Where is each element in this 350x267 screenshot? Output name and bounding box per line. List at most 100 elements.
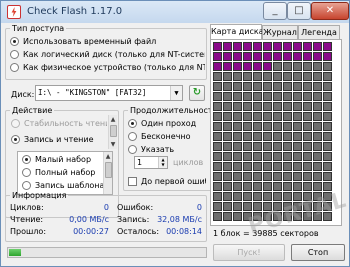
write-speed-value: 32,08 МБ/с bbox=[157, 215, 202, 224]
map-cell-pending bbox=[233, 72, 242, 81]
map-cell-pending bbox=[243, 132, 252, 141]
map-cell-written bbox=[263, 62, 272, 71]
radio-icon[interactable] bbox=[11, 135, 20, 144]
map-cell-pending bbox=[303, 152, 312, 161]
access-option-temp-file[interactable]: Использовать временный файл bbox=[10, 37, 205, 46]
radio-icon[interactable] bbox=[128, 132, 137, 141]
duration-option-infinite[interactable]: Бесконечно bbox=[128, 132, 204, 141]
map-cell-pending bbox=[283, 142, 292, 151]
scroll-thumb[interactable] bbox=[110, 125, 117, 137]
map-cell-pending bbox=[323, 182, 332, 191]
radio-icon[interactable] bbox=[10, 50, 19, 59]
action-scrollbar[interactable]: ▲ ▼ bbox=[108, 115, 117, 149]
cycles-key: Циклов: bbox=[10, 203, 44, 212]
map-cell-pending bbox=[323, 102, 332, 111]
minimize-button[interactable]: _ bbox=[263, 2, 287, 20]
cycles-spinner[interactable]: 1 ▲ ▼ bbox=[134, 156, 168, 169]
pattern-option-template[interactable]: Запись шаблона bbox=[22, 181, 104, 190]
map-cell-pending bbox=[253, 82, 262, 91]
map-cell-written bbox=[323, 42, 332, 51]
pattern-scrollbar[interactable]: ▲ bbox=[103, 152, 112, 194]
radio-icon[interactable] bbox=[22, 168, 31, 177]
access-option-physical-device[interactable]: Как физическое устройство (только для NT… bbox=[10, 63, 205, 72]
tab-disk-map[interactable]: Карта диска bbox=[210, 24, 264, 40]
duration-option-label: Бесконечно bbox=[141, 132, 191, 141]
title-bar[interactable]: Check Flash 1.17.0 _ □ ✕ bbox=[1, 1, 349, 23]
map-cell-written bbox=[253, 42, 262, 51]
stop-button[interactable]: Стоп bbox=[291, 244, 345, 261]
map-cell-pending bbox=[243, 202, 252, 211]
action-option-label: Стабильность чтени bbox=[24, 119, 107, 128]
pattern-option-full[interactable]: Полный набор bbox=[22, 168, 104, 177]
map-cell-written bbox=[223, 52, 232, 61]
map-cell-pending bbox=[283, 152, 292, 161]
map-cell-pending bbox=[253, 152, 262, 161]
action-option-read-stability[interactable]: Стабильность чтени bbox=[11, 119, 107, 128]
scroll-down-icon[interactable]: ▼ bbox=[109, 140, 117, 149]
map-cell-pending bbox=[263, 152, 272, 161]
map-cell-pending bbox=[233, 92, 242, 101]
cycles-unit-label: циклов bbox=[173, 158, 204, 167]
map-cell-pending bbox=[243, 112, 252, 121]
checkbox-icon[interactable] bbox=[128, 177, 137, 186]
map-cell-pending bbox=[243, 162, 252, 171]
refresh-button[interactable]: ↻ bbox=[189, 85, 205, 101]
map-cell-pending bbox=[233, 152, 242, 161]
map-cell-pending bbox=[213, 72, 222, 81]
map-cell-written bbox=[213, 62, 222, 71]
map-cell-written bbox=[243, 62, 252, 71]
map-cell-pending bbox=[303, 142, 312, 151]
map-cell-pending bbox=[223, 152, 232, 161]
tab-log[interactable]: Журнал bbox=[262, 25, 298, 40]
map-cell-pending bbox=[323, 92, 332, 101]
map-cell-pending bbox=[213, 82, 222, 91]
map-cell-pending bbox=[223, 202, 232, 211]
map-cell-pending bbox=[213, 122, 222, 131]
map-cell-pending bbox=[273, 142, 282, 151]
map-cell-pending bbox=[213, 132, 222, 141]
radio-icon[interactable] bbox=[10, 37, 19, 46]
scroll-up-icon[interactable]: ▲ bbox=[109, 115, 117, 124]
radio-icon[interactable] bbox=[128, 119, 137, 128]
map-cell-written bbox=[283, 42, 292, 51]
map-cell-pending bbox=[253, 202, 262, 211]
map-cell-pending bbox=[283, 122, 292, 131]
chevron-down-icon[interactable]: ▼ bbox=[170, 86, 182, 100]
radio-icon[interactable] bbox=[22, 155, 31, 164]
access-option-logical-disk[interactable]: Как логический диск (только для NT-систе… bbox=[10, 50, 205, 59]
pattern-option-small[interactable]: Малый набор bbox=[22, 155, 104, 164]
map-cell-pending bbox=[283, 172, 292, 181]
radio-icon[interactable] bbox=[22, 181, 31, 190]
scroll-up-icon[interactable]: ▲ bbox=[104, 152, 112, 161]
map-cell-pending bbox=[323, 132, 332, 141]
duration-option-one-pass[interactable]: Один проход bbox=[128, 119, 204, 128]
map-cell-pending bbox=[263, 162, 272, 171]
map-cell-pending bbox=[253, 142, 262, 151]
radio-icon[interactable] bbox=[11, 119, 20, 128]
map-cell-pending bbox=[323, 112, 332, 121]
close-button[interactable]: ✕ bbox=[311, 2, 349, 20]
radio-icon[interactable] bbox=[10, 63, 19, 72]
tab-legend[interactable]: Легенда bbox=[298, 25, 340, 40]
map-cell-pending bbox=[253, 162, 262, 171]
map-cell-pending bbox=[213, 112, 222, 121]
map-cell-pending bbox=[253, 182, 262, 191]
map-cell-pending bbox=[233, 102, 242, 111]
map-cell-pending bbox=[293, 172, 302, 181]
scroll-thumb[interactable] bbox=[105, 162, 112, 178]
spin-arrows-icon[interactable]: ▲ ▼ bbox=[158, 157, 167, 168]
map-cell-pending bbox=[313, 142, 322, 151]
map-cell-pending bbox=[283, 72, 292, 81]
radio-icon[interactable] bbox=[128, 145, 137, 154]
map-cell-pending bbox=[233, 172, 242, 181]
start-button[interactable]: Пуск! bbox=[213, 244, 285, 261]
duration-option-specify[interactable]: Указать bbox=[128, 145, 204, 154]
until-first-error-checkbox[interactable]: До первой ошибки bbox=[128, 177, 206, 186]
map-cell-pending bbox=[223, 172, 232, 181]
map-cell-pending bbox=[293, 122, 302, 131]
map-cell-pending bbox=[213, 162, 222, 171]
map-cell-written bbox=[263, 42, 272, 51]
action-option-write-read[interactable]: Запись и чтение bbox=[11, 135, 107, 144]
maximize-button[interactable]: □ bbox=[287, 2, 311, 20]
disk-select[interactable]: I:\ - "KINGSTON" [FAT32] ▼ bbox=[35, 85, 183, 101]
